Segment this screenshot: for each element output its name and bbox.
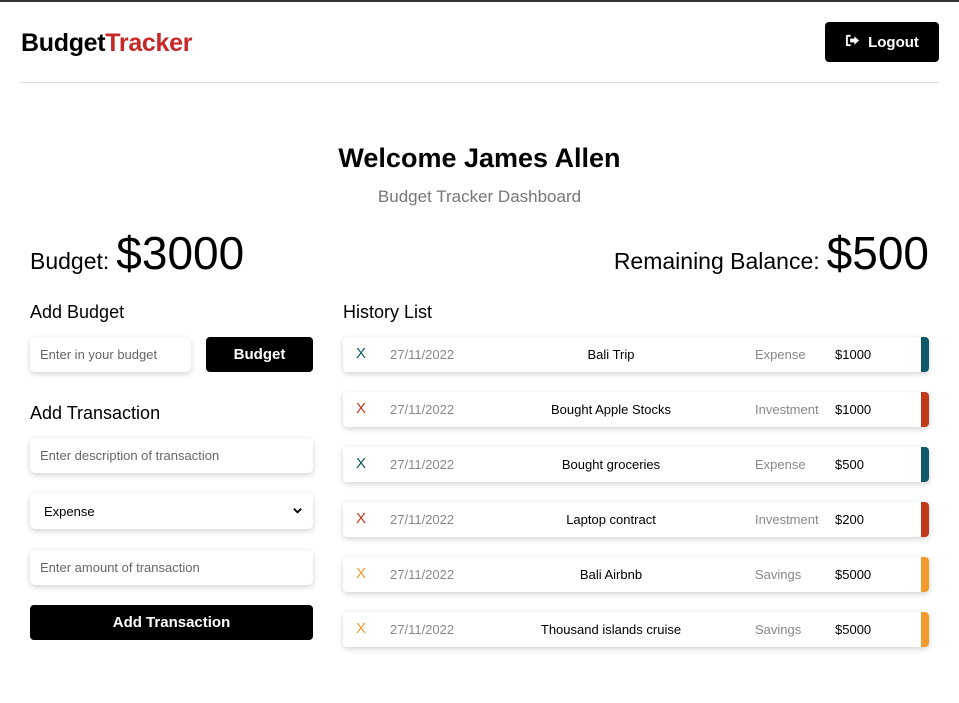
history-item-date: 27/11/2022 <box>390 347 455 362</box>
history-item-type: Savings <box>755 622 802 637</box>
history-item-type: Investment <box>755 402 819 417</box>
remaining-balance-label: Remaining Balance: <box>613 248 820 274</box>
budget-value: $3000 <box>116 227 245 279</box>
logout-label: Logout <box>868 33 919 51</box>
remaining-balance-summary: Remaining Balance: $500 <box>614 226 929 280</box>
logo-text-budget: Budget <box>21 29 106 57</box>
delete-transaction-icon[interactable]: X <box>354 566 368 582</box>
history-item: X 27/11/2022 Thousand islands cruise Sav… <box>343 612 929 647</box>
logout-icon <box>845 33 860 52</box>
history-item-type-indicator <box>921 612 929 647</box>
history-list-title: History List <box>343 302 433 322</box>
logout-button[interactable]: Logout <box>825 22 939 62</box>
history-item-amount: $200 <box>835 512 864 527</box>
budget-label: Budget: <box>30 248 110 274</box>
add-budget-title: Add Budget <box>30 302 125 322</box>
history-list: X 27/11/2022 Bali Trip Expense $1000 X 2… <box>343 337 929 667</box>
history-item-type-indicator <box>921 337 929 372</box>
logo-text-tracker: Tracker <box>105 29 193 57</box>
delete-transaction-icon[interactable]: X <box>354 401 368 417</box>
history-item-type: Expense <box>755 347 806 362</box>
history-item-type-indicator <box>921 557 929 592</box>
remaining-balance-value: $500 <box>826 227 929 279</box>
delete-transaction-icon[interactable]: X <box>354 346 368 362</box>
history-item-amount: $5000 <box>835 567 872 582</box>
delete-transaction-icon[interactable]: X <box>354 621 368 637</box>
history-item-date: 27/11/2022 <box>390 402 455 417</box>
history-item-description: Bought groceries <box>561 457 661 472</box>
history-item-type: Investment <box>755 512 819 527</box>
history-item-date: 27/11/2022 <box>390 567 455 582</box>
welcome-heading: Welcome James Allen <box>338 143 621 173</box>
delete-transaction-icon[interactable]: X <box>354 511 368 527</box>
budget-summary: Budget: $3000 <box>30 226 244 280</box>
transaction-description-input[interactable] <box>30 438 313 473</box>
history-item-date: 27/11/2022 <box>390 622 455 637</box>
history-item-amount: $1000 <box>835 402 872 417</box>
history-item-type-indicator <box>921 502 929 537</box>
transaction-type-value: Expense <box>44 503 95 519</box>
history-item: X 27/11/2022 Bali Trip Expense $1000 <box>343 337 929 372</box>
history-item-amount: $500 <box>835 457 864 472</box>
history-item: X 27/11/2022 Bali Airbnb Savings $5000 <box>343 557 929 592</box>
transaction-amount-input[interactable] <box>30 550 313 585</box>
history-item-type-indicator <box>921 447 929 482</box>
history-item-date: 27/11/2022 <box>390 512 455 527</box>
add-transaction-title: Add Transaction <box>30 403 161 423</box>
app-header: BudgetTracker Logout <box>20 2 939 83</box>
app-logo[interactable]: BudgetTracker <box>21 29 192 58</box>
history-item-description: Thousand islands cruise <box>540 622 682 637</box>
history-item-description: Bali Airbnb <box>579 567 643 582</box>
history-item-description: Bought Apple Stocks <box>551 402 671 417</box>
history-item-type: Expense <box>755 457 806 472</box>
history-item: X 27/11/2022 Laptop contract Investment … <box>343 502 929 537</box>
history-item-amount: $1000 <box>835 347 872 362</box>
history-item-amount: $5000 <box>835 622 872 637</box>
history-item: X 27/11/2022 Bought groceries Expense $5… <box>343 447 929 482</box>
budget-button[interactable]: Budget <box>206 337 313 372</box>
history-item: X 27/11/2022 Bought Apple Stocks Investm… <box>343 392 929 427</box>
history-item-description: Laptop contract <box>566 512 656 527</box>
history-item-type: Savings <box>755 567 802 582</box>
add-transaction-button[interactable]: Add Transaction <box>30 605 313 640</box>
dashboard-subtitle: Budget Tracker Dashboard <box>377 187 582 206</box>
delete-transaction-icon[interactable]: X <box>354 456 368 472</box>
chevron-down-icon <box>292 504 303 519</box>
history-item-type-indicator <box>921 392 929 427</box>
history-item-description: Bali Trip <box>587 347 635 362</box>
transaction-type-select[interactable]: Expense <box>30 493 313 529</box>
history-item-date: 27/11/2022 <box>390 457 455 472</box>
budget-input[interactable] <box>30 337 191 372</box>
